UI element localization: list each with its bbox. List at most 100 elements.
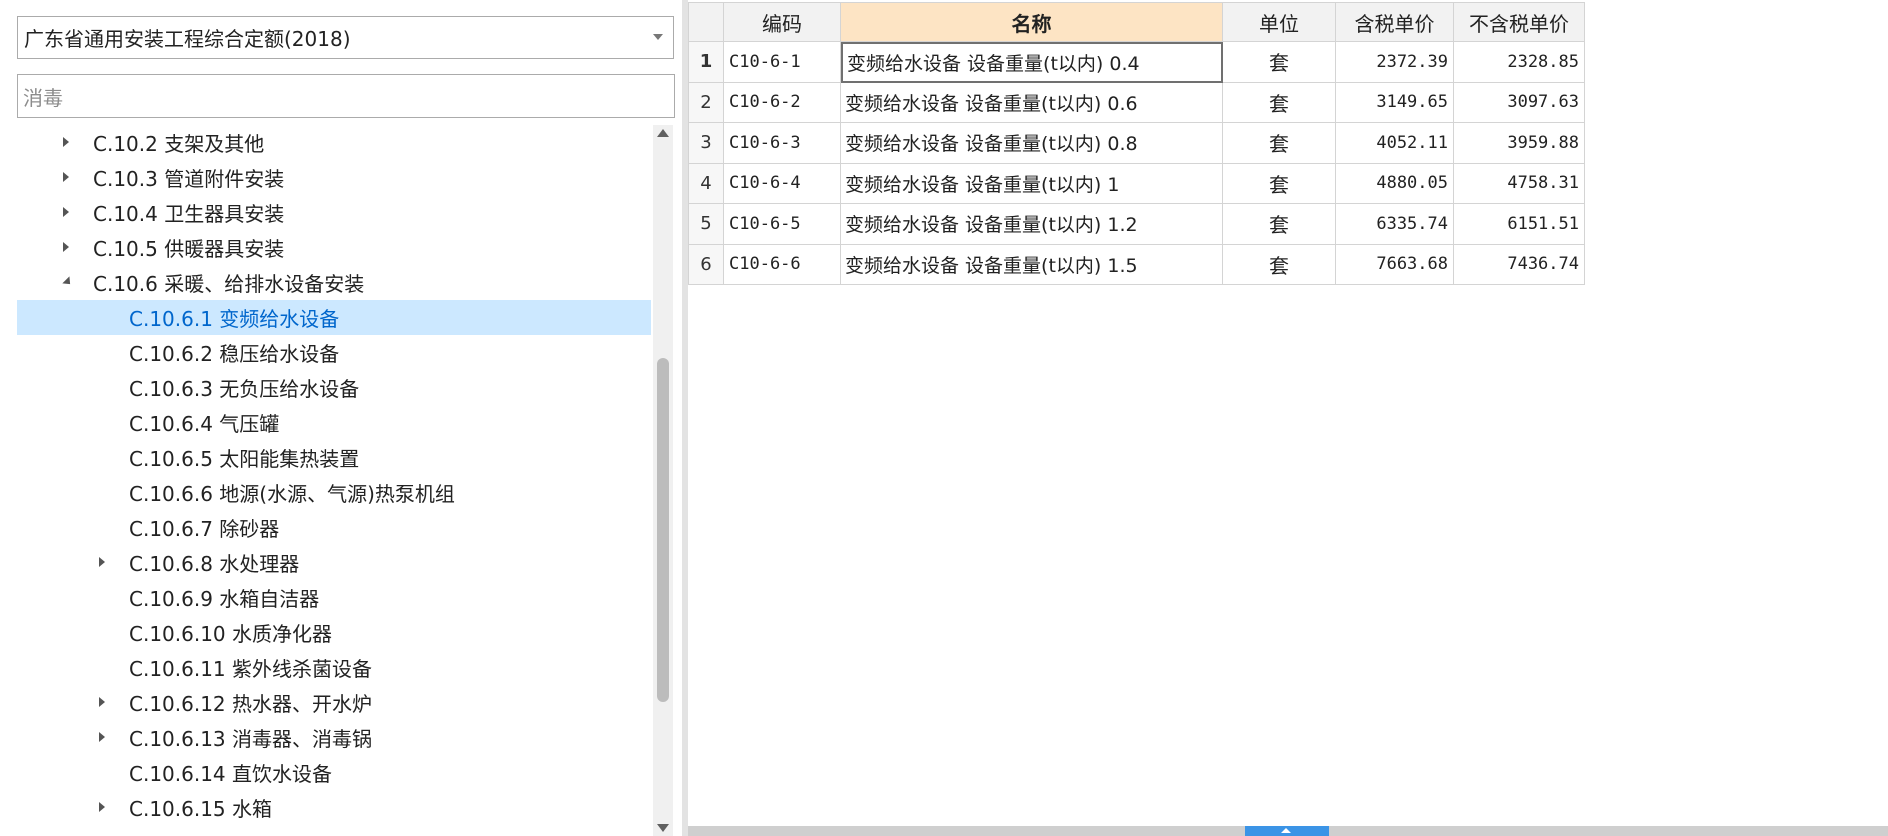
tree-item[interactable]: C.10.6.7 除砂器 xyxy=(17,510,651,545)
chevron-down-icon[interactable] xyxy=(653,34,663,40)
cell-name[interactable]: 变频给水设备 设备重量(t以内) 1 xyxy=(841,163,1223,204)
tree-item[interactable]: C.10.6.1 变频给水设备 xyxy=(17,300,651,335)
cell-unit[interactable]: 套 xyxy=(1223,82,1336,123)
row-number[interactable]: 4 xyxy=(688,163,724,204)
scroll-down-arrow-icon[interactable] xyxy=(657,824,669,832)
cell-notax-price[interactable]: 4758.31 xyxy=(1454,163,1585,204)
tree-item[interactable]: C.10.6.14 直饮水设备 xyxy=(17,755,651,790)
cell-code[interactable]: C10-6-3 xyxy=(724,123,841,164)
tree-item[interactable]: C.10.6.4 气压罐 xyxy=(17,405,651,440)
cell-code[interactable]: C10-6-6 xyxy=(724,244,841,285)
cell-notax-price[interactable]: 2328.85 xyxy=(1454,42,1585,83)
search-input[interactable]: 消毒 xyxy=(17,74,675,118)
grid-scroll-thumb[interactable] xyxy=(1245,826,1329,836)
tree-scrollbar[interactable] xyxy=(653,125,673,836)
cell-code[interactable]: C10-6-1 xyxy=(724,42,841,83)
header-code[interactable]: 编码 xyxy=(724,2,841,42)
cell-unit[interactable]: 套 xyxy=(1223,123,1336,164)
row-number[interactable]: 2 xyxy=(688,82,724,123)
tree-item-label: C.10.6.15 水箱 xyxy=(129,797,273,821)
tree-item[interactable]: C.10.6.3 无负压给水设备 xyxy=(17,370,651,405)
cell-unit[interactable]: 套 xyxy=(1223,42,1336,83)
row-number[interactable]: 5 xyxy=(688,204,724,245)
tree-item[interactable]: C.10.6.9 水箱自洁器 xyxy=(17,580,651,615)
tree-item-label: C.10.6.2 稳压给水设备 xyxy=(129,342,340,366)
header-name[interactable]: 名称 xyxy=(841,2,1223,42)
collapsed-arrow-icon[interactable] xyxy=(63,242,69,252)
tree-item[interactable]: C.10.6 采暖、给排水设备安装 xyxy=(17,265,651,300)
tree-item-label: C.10.6 采暖、给排水设备安装 xyxy=(93,272,365,296)
cell-name[interactable]: 变频给水设备 设备重量(t以内) 0.8 xyxy=(841,123,1223,164)
tree-item-label: C.10.3 管道附件安装 xyxy=(93,167,285,191)
tree-item-label: C.10.6.5 太阳能集热装置 xyxy=(129,447,360,471)
tree-item-label: C.10.6.10 水质净化器 xyxy=(129,622,333,646)
cell-notax-price[interactable]: 3959.88 xyxy=(1454,123,1585,164)
cell-tax-price[interactable]: 4880.05 xyxy=(1336,163,1454,204)
tree-item-label: C.10.6.12 热水器、开水炉 xyxy=(129,692,373,716)
scroll-up-arrow-icon[interactable] xyxy=(657,129,669,137)
left-panel: 广东省通用安装工程综合定额(2018) 消毒 C.10.2 支架及其他 C.10.… xyxy=(0,0,682,836)
tree-item[interactable]: C.10.2 支架及其他 xyxy=(17,125,651,160)
quota-select[interactable]: 广东省通用安装工程综合定额(2018) xyxy=(17,16,674,59)
row-number[interactable]: 3 xyxy=(688,123,724,164)
cell-code[interactable]: C10-6-2 xyxy=(724,82,841,123)
cell-notax-price[interactable]: 6151.51 xyxy=(1454,204,1585,245)
tree-item[interactable]: C.10.6.10 水质净化器 xyxy=(17,615,651,650)
cell-name[interactable]: 变频给水设备 设备重量(t以内) 1.5 xyxy=(841,244,1223,285)
tree-item-label: C.10.6.13 消毒器、消毒锅 xyxy=(129,727,373,751)
cell-unit[interactable]: 套 xyxy=(1223,163,1336,204)
collapsed-arrow-icon[interactable] xyxy=(63,172,69,182)
header-notax-price[interactable]: 不含税单价 xyxy=(1454,2,1585,42)
cell-notax-price[interactable]: 7436.74 xyxy=(1454,244,1585,285)
cell-tax-price[interactable]: 2372.39 xyxy=(1336,42,1454,83)
cell-tax-price[interactable]: 6335.74 xyxy=(1336,204,1454,245)
collapsed-arrow-icon[interactable] xyxy=(99,732,105,742)
tree-item[interactable]: C.10.6.6 地源(水源、气源)热泵机组 xyxy=(17,475,651,510)
cell-tax-price[interactable]: 3149.65 xyxy=(1336,82,1454,123)
expanded-arrow-icon[interactable] xyxy=(62,276,74,288)
tree-item[interactable]: C.10.6.12 热水器、开水炉 xyxy=(17,685,651,720)
tree-item[interactable]: C.10.4 卫生器具安装 xyxy=(17,195,651,230)
cell-notax-price[interactable]: 3097.63 xyxy=(1454,82,1585,123)
collapsed-arrow-icon[interactable] xyxy=(99,697,105,707)
cell-name[interactable]: 变频给水设备 设备重量(t以内) 1.2 xyxy=(841,204,1223,245)
tree-item[interactable]: C.10.6.5 太阳能集热装置 xyxy=(17,440,651,475)
tree-scroll-thumb[interactable] xyxy=(657,358,669,702)
cell-tax-price[interactable]: 7663.68 xyxy=(1336,244,1454,285)
header-tax-price[interactable]: 含税单价 xyxy=(1336,2,1454,42)
cell-code[interactable]: C10-6-5 xyxy=(724,204,841,245)
cell-name[interactable]: 变频给水设备 设备重量(t以内) 0.6 xyxy=(841,82,1223,123)
tree-item-label: C.10.6.4 气压罐 xyxy=(129,412,280,436)
collapsed-arrow-icon[interactable] xyxy=(63,137,69,147)
tree-item-label: C.10.5 供暖器具安装 xyxy=(93,237,285,261)
tree-item[interactable]: C.10.6.13 消毒器、消毒锅 xyxy=(17,720,651,755)
tree-item-label: C.10.6.1 变频给水设备 xyxy=(129,307,340,331)
grid-corner[interactable] xyxy=(688,2,724,42)
cell-tax-price[interactable]: 4052.11 xyxy=(1336,123,1454,164)
tree-item-label: C.10.4 卫生器具安装 xyxy=(93,202,285,226)
collapsed-arrow-icon[interactable] xyxy=(99,802,105,812)
cell-name[interactable]: 变频给水设备 设备重量(t以内) 0.4 xyxy=(841,42,1223,83)
grid-horizontal-scrollbar[interactable] xyxy=(688,826,1888,836)
collapsed-arrow-icon[interactable] xyxy=(63,207,69,217)
tree-item-label: C.10.6.7 除砂器 xyxy=(129,517,280,541)
tree-item[interactable]: C.10.6.15 水箱 xyxy=(17,790,651,825)
tree-item[interactable]: C.10.6.2 稳压给水设备 xyxy=(17,335,651,370)
tree-item[interactable]: C.10.6.11 紫外线杀菌设备 xyxy=(17,650,651,685)
tree-item[interactable]: C.10.3 管道附件安装 xyxy=(17,160,651,195)
collapsed-arrow-icon[interactable] xyxy=(99,557,105,567)
search-input-value: 消毒 xyxy=(23,85,63,110)
row-number[interactable]: 6 xyxy=(688,244,724,285)
tree-item-label: C.10.6.14 直饮水设备 xyxy=(129,762,333,786)
quota-select-value: 广东省通用安装工程综合定额(2018) xyxy=(24,27,351,51)
tree-item[interactable]: C.10.6.8 水处理器 xyxy=(17,545,651,580)
cell-unit[interactable]: 套 xyxy=(1223,244,1336,285)
tree-item[interactable]: C.10.5 供暖器具安装 xyxy=(17,230,651,265)
category-tree: C.10.2 支架及其他 C.10.3 管道附件安装 C.10.4 卫生器具安装 C.… xyxy=(17,125,651,836)
tree-item-label: C.10.6.11 紫外线杀菌设备 xyxy=(129,657,373,681)
tree-item-label: C.10.2 支架及其他 xyxy=(93,132,265,156)
row-number[interactable]: 1 xyxy=(688,42,724,83)
header-unit[interactable]: 单位 xyxy=(1223,2,1336,42)
cell-unit[interactable]: 套 xyxy=(1223,204,1336,245)
cell-code[interactable]: C10-6-4 xyxy=(724,163,841,204)
